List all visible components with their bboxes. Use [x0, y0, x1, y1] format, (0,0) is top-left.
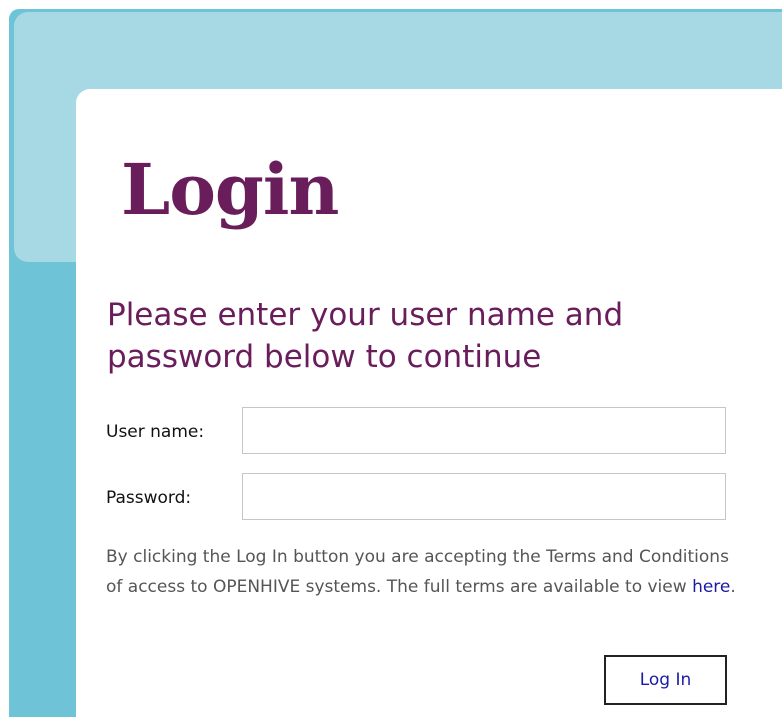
login-page: Login Please enter your user name and pa…	[0, 0, 782, 717]
page-title: Login	[121, 148, 339, 231]
username-input[interactable]	[242, 407, 726, 454]
username-label: User name:	[106, 422, 205, 442]
password-input[interactable]	[242, 473, 726, 520]
terms-text: By clicking the Log In button you are ac…	[106, 547, 729, 597]
login-button[interactable]: Log In	[604, 655, 727, 705]
terms-period: .	[730, 577, 736, 597]
terms-notice: By clicking the Log In button you are ac…	[106, 542, 746, 602]
left-margin	[0, 0, 9, 717]
password-label: Password:	[106, 488, 192, 508]
login-instructions: Please enter your user name and password…	[107, 297, 624, 375]
terms-link[interactable]: here	[692, 577, 730, 597]
